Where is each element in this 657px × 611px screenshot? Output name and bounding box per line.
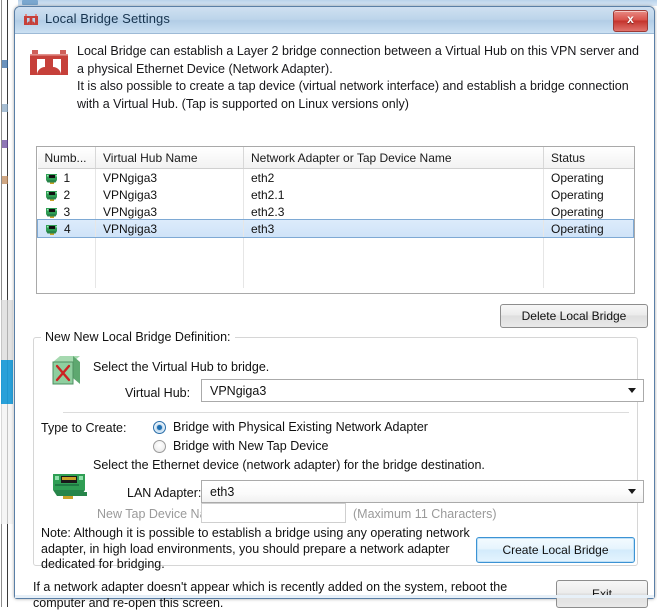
cell-hub: VPNgiga3 <box>96 220 244 237</box>
background-text-fleck <box>2 140 8 148</box>
close-button[interactable]: x <box>613 10 648 32</box>
cell-adapter: eth2.3 <box>244 203 544 220</box>
cell-adapter: eth2 <box>244 169 544 187</box>
radio-bridge-new-tap[interactable]: Bridge with New Tap Device <box>153 439 328 453</box>
table-body: 1VPNgiga3eth2Operating2VPNgiga3eth2.1Ope… <box>38 169 634 289</box>
table-row[interactable]: 1 VPNgiga3eth2Operating <box>38 169 634 187</box>
background-panel <box>1 404 13 524</box>
radio-bridge-physical-adapter-label: Bridge with Physical Existing Network Ad… <box>173 420 428 434</box>
delete-local-bridge-button[interactable]: Delete Local Bridge <box>500 304 648 328</box>
bridge-list-table: Numb... Virtual Hub Name Network Adapter… <box>37 147 634 288</box>
lan-adapter-select[interactable]: eth3 <box>201 480 644 503</box>
background-text-fleck <box>2 176 8 184</box>
table-empty-row <box>38 254 634 271</box>
section-divider <box>63 412 629 413</box>
column-header-adapter[interactable]: Network Adapter or Tap Device Name <box>244 147 544 169</box>
radio-bridge-physical-adapter[interactable]: Bridge with Physical Existing Network Ad… <box>153 420 428 434</box>
table-header: Numb... Virtual Hub Name Network Adapter… <box>38 147 634 169</box>
cell-hub: VPNgiga3 <box>96 169 244 187</box>
group-legend: New New Local Bridge Definition: <box>41 330 235 344</box>
cell-status: Operating <box>544 220 634 237</box>
lan-adapter-value: eth3 <box>202 485 234 499</box>
column-header-status[interactable]: Status <box>544 147 634 169</box>
row-number: 4 <box>64 222 71 236</box>
local-bridge-settings-dialog: Local Bridge Settings x Local <box>14 6 655 599</box>
column-header-hub[interactable]: Virtual Hub Name <box>96 147 244 169</box>
table-empty-row <box>38 271 634 288</box>
create-local-bridge-button[interactable]: Create Local Bridge <box>476 537 635 563</box>
header-description: Local Bridge can establish a Layer 2 bri… <box>77 43 642 113</box>
cell-number: 3 <box>38 203 96 220</box>
table-row[interactable]: 4 VPNgiga3eth3Operating <box>38 220 634 237</box>
cell-status: Operating <box>544 203 634 220</box>
exit-button[interactable]: Exit <box>556 580 648 608</box>
window-title: Local Bridge Settings <box>45 11 170 26</box>
note-text: Note: Although it is possible to establi… <box>41 526 471 573</box>
background-window-icon <box>22 0 38 5</box>
background-panel <box>1 300 13 360</box>
cell-number: 1 <box>38 169 96 187</box>
local-bridge-table[interactable]: Numb... Virtual Hub Name Network Adapter… <box>36 146 635 294</box>
virtual-hub-icon <box>51 354 85 390</box>
cell-status: Operating <box>544 186 634 203</box>
select-virtual-hub-label: Select the Virtual Hub to bridge. <box>93 360 269 374</box>
background-text-fleck <box>2 104 8 112</box>
background-text-fleck <box>2 60 8 68</box>
delete-local-bridge-label: Delete Local Bridge <box>522 309 627 323</box>
cell-hub: VPNgiga3 <box>96 186 244 203</box>
chevron-down-icon[interactable] <box>621 380 643 401</box>
lan-adapter-label: LAN Adapter: <box>127 486 201 500</box>
virtual-hub-value: VPNgiga3 <box>202 384 266 398</box>
max-characters-hint: (Maximum 11 Characters) <box>353 507 497 521</box>
select-ethernet-device-label: Select the Ethernet device (network adap… <box>93 458 485 472</box>
column-header-number[interactable]: Numb... <box>38 147 96 169</box>
exit-label: Exit <box>592 587 612 601</box>
title-bar[interactable]: Local Bridge Settings x <box>15 7 654 34</box>
cell-number: 4 <box>38 220 96 237</box>
table-row[interactable]: 2 VPNgiga3eth2.1Operating <box>38 186 634 203</box>
cell-adapter: eth3 <box>244 220 544 237</box>
background-highlight <box>1 360 13 404</box>
row-number: 2 <box>64 188 71 202</box>
row-number: 1 <box>64 171 71 185</box>
type-to-create-label: Type to Create: <box>41 421 126 435</box>
row-number: 3 <box>64 205 71 219</box>
dialog-bottom-edge <box>15 595 654 598</box>
virtual-hub-label: Virtual Hub: <box>125 386 190 400</box>
create-local-bridge-label: Create Local Bridge <box>502 543 608 557</box>
cell-adapter: eth2.1 <box>244 186 544 203</box>
radio-bridge-new-tap-label: Bridge with New Tap Device <box>173 439 328 453</box>
chevron-down-icon[interactable] <box>621 481 643 502</box>
network-adapter-icon <box>49 466 93 500</box>
header-section: Local Bridge can establish a Layer 2 bri… <box>15 34 656 114</box>
radio-selected-icon[interactable] <box>153 421 166 434</box>
close-icon: x <box>614 12 647 26</box>
bridge-icon <box>23 13 39 27</box>
cell-status: Operating <box>544 169 634 187</box>
bridge-icon <box>29 48 69 80</box>
cell-number: 2 <box>38 186 96 203</box>
radio-unselected-icon[interactable] <box>153 440 166 453</box>
new-tap-device-name-input[interactable] <box>201 503 346 523</box>
table-empty-row <box>38 237 634 254</box>
table-header-row: Numb... Virtual Hub Name Network Adapter… <box>38 147 634 169</box>
dialog-client-area: Local Bridge can establish a Layer 2 bri… <box>15 34 654 598</box>
virtual-hub-select[interactable]: VPNgiga3 <box>201 379 644 402</box>
table-row[interactable]: 3 VPNgiga3eth2.3Operating <box>38 203 634 220</box>
cell-hub: VPNgiga3 <box>96 203 244 220</box>
